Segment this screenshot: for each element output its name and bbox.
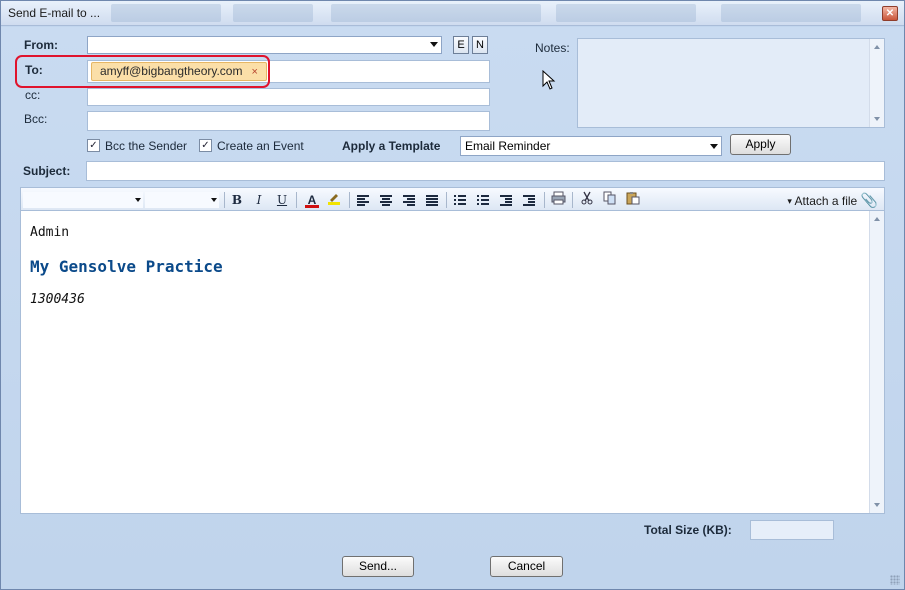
cc-label: cc: <box>25 88 41 102</box>
send-email-window: Send E-mail to ... ✕ From: E N To: amyff… <box>0 0 905 590</box>
title-bar[interactable]: Send E-mail to ... ✕ <box>1 1 904 26</box>
highlight-icon[interactable] <box>325 191 343 209</box>
chevron-down-icon <box>211 198 217 202</box>
print-icon[interactable] <box>549 191 567 209</box>
e-button[interactable]: E <box>453 36 469 54</box>
font-size-dropdown[interactable] <box>145 192 219 208</box>
notes-label: Notes: <box>535 41 570 55</box>
from-label: From: <box>24 38 58 52</box>
bcc-field[interactable] <box>87 111 490 131</box>
font-color-icon[interactable]: A <box>303 191 321 209</box>
subject-field[interactable] <box>86 161 885 181</box>
italic-icon[interactable]: I <box>250 191 268 209</box>
chevron-down-icon <box>710 144 718 149</box>
resize-grip-icon[interactable] <box>890 575 900 585</box>
editor-line-practice: My Gensolve Practice <box>30 257 223 276</box>
window-title: Send E-mail to ... <box>8 6 101 20</box>
copy-icon[interactable] <box>601 191 619 209</box>
close-button[interactable]: ✕ <box>882 6 898 21</box>
align-left-icon[interactable] <box>354 191 372 209</box>
close-icon: ✕ <box>885 8 895 19</box>
chevron-down-icon <box>135 198 141 202</box>
scroll-up-icon[interactable] <box>874 45 880 49</box>
underline-icon[interactable]: U <box>273 191 291 209</box>
paperclip-icon: 📎 <box>860 192 878 208</box>
highlight-box <box>15 55 270 88</box>
mouse-cursor-icon <box>542 70 556 90</box>
editor-line-admin: Admin <box>30 225 70 240</box>
cut-icon[interactable] <box>578 191 596 209</box>
bullet-list-icon[interactable] <box>474 191 492 209</box>
attach-file-label: Attach a file <box>794 194 858 208</box>
notes-field[interactable] <box>577 38 885 128</box>
attach-file-button[interactable]: ▾ Attach a file 📎 <box>787 192 878 209</box>
indent-icon[interactable] <box>520 191 538 209</box>
from-dropdown[interactable] <box>87 36 442 54</box>
align-right-icon[interactable] <box>400 191 418 209</box>
chevron-down-icon <box>430 42 438 47</box>
create-event-checkbox[interactable]: ✓ <box>199 139 212 152</box>
cancel-button[interactable]: Cancel <box>490 556 563 577</box>
create-event-label: Create an Event <box>217 139 304 153</box>
align-justify-icon[interactable] <box>423 191 441 209</box>
bcc-label: Bcc: <box>24 112 48 126</box>
subject-label: Subject: <box>23 164 71 178</box>
bcc-sender-label: Bcc the Sender <box>105 139 188 153</box>
scroll-down-icon[interactable] <box>874 117 880 121</box>
font-name-dropdown[interactable] <box>23 192 143 208</box>
paste-icon[interactable] <box>624 191 642 209</box>
caret-down-icon: ▾ <box>787 196 792 206</box>
formatting-toolbar: B I U A ▾ Attach a file 📎 <box>20 187 885 211</box>
scroll-up-icon[interactable] <box>874 217 880 221</box>
send-button[interactable]: Send... <box>342 556 414 577</box>
message-editor[interactable]: Admin My Gensolve Practice 1300436 <box>20 211 885 514</box>
outdent-icon[interactable] <box>497 191 515 209</box>
n-button[interactable]: N <box>472 36 488 54</box>
numbered-list-icon[interactable] <box>451 191 469 209</box>
notes-scrollbar[interactable] <box>869 39 884 127</box>
template-label: Apply a Template <box>342 139 441 153</box>
cc-field[interactable] <box>87 88 490 106</box>
align-center-icon[interactable] <box>377 191 395 209</box>
editor-scrollbar[interactable] <box>869 211 884 513</box>
total-size-label: Total Size (KB): <box>644 523 732 537</box>
bcc-sender-checkbox[interactable]: ✓ <box>87 139 100 152</box>
editor-line-number: 1300436 <box>30 292 85 307</box>
scroll-down-icon[interactable] <box>874 503 880 507</box>
template-dropdown[interactable]: Email Reminder <box>460 136 722 156</box>
apply-button[interactable]: Apply <box>730 134 791 155</box>
bold-icon[interactable]: B <box>228 191 246 209</box>
template-value: Email Reminder <box>465 139 551 153</box>
total-size-field <box>750 520 834 540</box>
